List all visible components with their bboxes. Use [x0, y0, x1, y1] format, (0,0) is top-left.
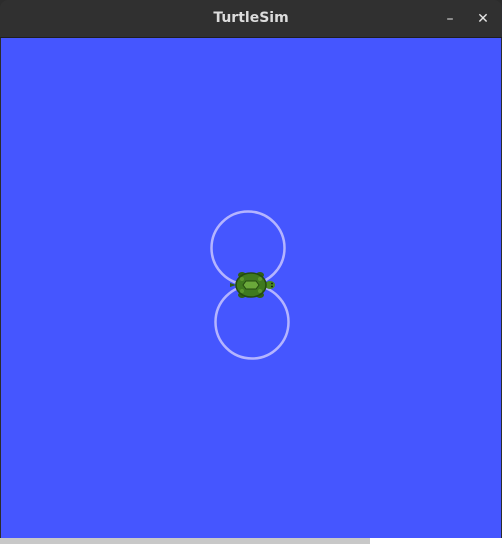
close-button[interactable]: ✕ — [473, 9, 493, 29]
desktop-strip — [0, 538, 502, 544]
turtlesim-window: TurtleSim – ✕ — [0, 0, 502, 538]
title-bar[interactable]: TurtleSim – ✕ — [0, 0, 502, 38]
minimize-button[interactable]: – — [440, 9, 460, 29]
turtle-icon — [230, 272, 275, 298]
window-title: TurtleSim — [213, 10, 289, 26]
drawing-area — [210, 210, 290, 360]
turtle-canvas — [1, 38, 501, 538]
desktop-strip-right — [370, 538, 502, 544]
